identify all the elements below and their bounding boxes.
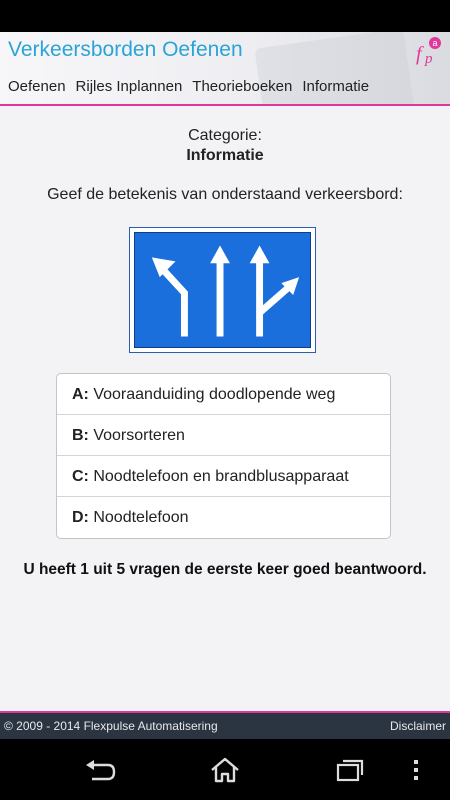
answer-letter: C: — [72, 468, 89, 485]
app-title: Verkeersborden Oefenen — [8, 38, 243, 61]
answer-letter: B: — [72, 427, 89, 444]
answer-a[interactable]: A: Vooraanduiding doodlopende weg — [57, 374, 390, 415]
answer-letter: A: — [72, 386, 89, 403]
home-icon[interactable] — [209, 757, 241, 783]
nav-item-informatie[interactable]: Informatie — [302, 78, 369, 95]
category-value: Informatie — [186, 147, 264, 164]
main-nav: Oefenen Rijles Inplannen Theorieboeken I… — [8, 78, 369, 95]
nav-item-rijles-inplannen[interactable]: Rijles Inplannen — [76, 78, 183, 95]
nav-item-oefenen[interactable]: Oefenen — [8, 78, 66, 95]
answer-c[interactable]: C: Noodtelefoon en brandblusapparaat — [57, 456, 390, 497]
system-navigation-bar — [0, 739, 450, 800]
score-result-text: U heeft 1 uit 5 vragen de eerste keer go… — [23, 561, 427, 578]
answer-letter: D: — [72, 509, 89, 526]
nav-item-theorieboeken[interactable]: Theorieboeken — [192, 78, 292, 95]
lane-selection-sign-icon — [151, 245, 300, 337]
answer-text: Noodtelefoon — [93, 509, 189, 526]
svg-text:f: f — [416, 43, 424, 65]
flexpulse-logo-icon: a f p — [416, 37, 441, 67]
answer-b[interactable]: B: Voorsorteren — [57, 415, 390, 456]
answer-list: A: Vooraanduiding doodlopende weg B: Voo… — [56, 373, 391, 539]
svg-text:a: a — [432, 38, 437, 48]
status-bar — [0, 0, 450, 32]
quiz-content: Categorie: Informatie Geef de betekenis … — [0, 108, 450, 711]
category-label: Categorie: — [188, 127, 262, 144]
answer-text: Voorsorteren — [93, 427, 185, 444]
recent-apps-icon[interactable] — [334, 757, 366, 783]
disclaimer-link[interactable]: Disclaimer — [390, 719, 446, 733]
app-header: Verkeersborden Oefenen a f p Oefenen Rij… — [0, 32, 450, 106]
copyright-text: © 2009 - 2014 Flexpulse Automatisering — [4, 719, 218, 733]
back-icon[interactable] — [84, 757, 116, 783]
svg-text:p: p — [424, 51, 433, 67]
traffic-sign-image — [129, 227, 316, 353]
answer-text: Noodtelefoon en brandblusapparaat — [93, 468, 349, 485]
answer-text: Vooraanduiding doodlopende weg — [93, 386, 336, 403]
question-text: Geef de betekenis van onderstaand verkee… — [47, 186, 403, 203]
answer-d[interactable]: D: Noodtelefoon — [57, 497, 390, 538]
overflow-menu-icon[interactable] — [410, 757, 422, 783]
footer: © 2009 - 2014 Flexpulse Automatisering D… — [0, 711, 450, 739]
